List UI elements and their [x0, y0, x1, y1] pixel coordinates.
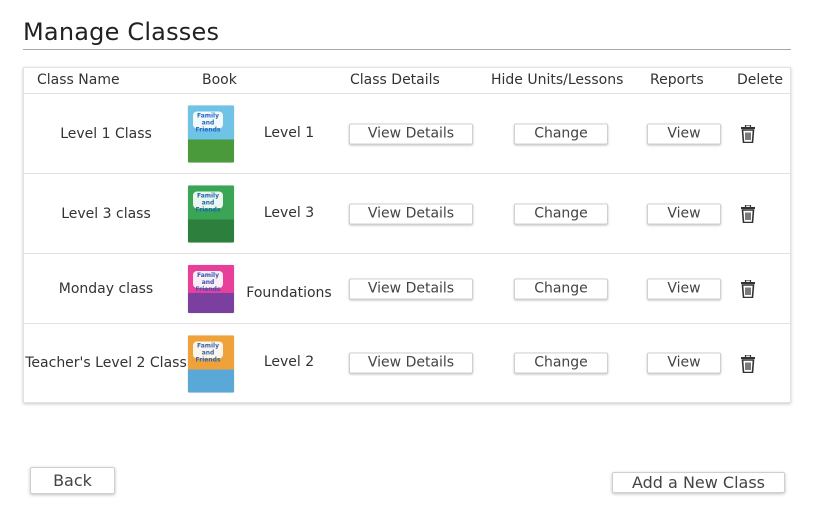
view-report-button[interactable]: View — [647, 123, 721, 145]
table-row: Level 1 Class Family and Friends Level 1… — [24, 94, 790, 174]
column-header-book: Book — [202, 72, 237, 88]
book-logo: Family and Friends — [193, 341, 223, 364]
book-cover-ground — [188, 293, 234, 313]
book-level: Level 3 — [263, 205, 315, 221]
trash-icon[interactable] — [740, 280, 756, 298]
book-cover-image: Family and Friends — [188, 185, 234, 243]
class-name: Teacher's Level 2 Class — [25, 355, 187, 371]
page-title: Manage Classes — [23, 18, 220, 46]
trash-icon[interactable] — [740, 205, 756, 223]
book-level: Level 2 — [263, 354, 315, 370]
table-row: Level 3 class Family and Friends Level 3… — [24, 174, 790, 254]
change-button[interactable]: Change — [514, 203, 608, 225]
change-button[interactable]: Change — [514, 123, 608, 145]
view-details-button[interactable]: View Details — [349, 352, 473, 374]
classes-table: Class Name Book Class Details Hide Units… — [23, 67, 791, 403]
column-header-class-details: Class Details — [350, 72, 440, 88]
book-cover-image: Family and Friends — [188, 335, 234, 393]
column-header-delete: Delete — [737, 72, 783, 88]
trash-icon[interactable] — [740, 125, 756, 143]
column-header-reports: Reports — [650, 72, 704, 88]
add-new-class-button[interactable]: Add a New Class — [612, 472, 785, 493]
class-name: Level 1 Class — [60, 126, 152, 142]
column-header-class-name: Class Name — [37, 72, 120, 88]
class-name: Monday class — [58, 281, 154, 297]
book-cover-ground — [188, 139, 234, 163]
book-cover-ground — [188, 219, 234, 243]
book-cover-image: Family and Friends — [188, 265, 234, 313]
table-row: Teacher's Level 2 Class Family and Frien… — [24, 324, 790, 403]
book-cover-ground — [188, 369, 234, 393]
book-logo: Family and Friends — [193, 111, 223, 134]
view-report-button[interactable]: View — [647, 203, 721, 225]
book-level: Level 1 — [263, 125, 315, 141]
column-header-hide-units: Hide Units/Lessons — [491, 72, 624, 88]
book-logo: Family and Friends — [193, 191, 223, 214]
book-cover-image: Family and Friends — [188, 105, 234, 163]
book-level: Foundations — [246, 285, 332, 301]
view-details-button[interactable]: View Details — [349, 278, 473, 300]
view-details-button[interactable]: View Details — [349, 123, 473, 145]
change-button[interactable]: Change — [514, 278, 608, 300]
view-details-button[interactable]: View Details — [349, 203, 473, 225]
title-divider — [23, 49, 791, 50]
view-report-button[interactable]: View — [647, 278, 721, 300]
table-row: Monday class Family and Friends Foundati… — [24, 254, 790, 324]
change-button[interactable]: Change — [514, 352, 608, 374]
back-button[interactable]: Back — [30, 467, 115, 494]
trash-icon[interactable] — [740, 355, 756, 373]
class-name: Level 3 class — [61, 206, 151, 222]
book-logo: Family and Friends — [193, 271, 223, 293]
view-report-button[interactable]: View — [647, 352, 721, 374]
